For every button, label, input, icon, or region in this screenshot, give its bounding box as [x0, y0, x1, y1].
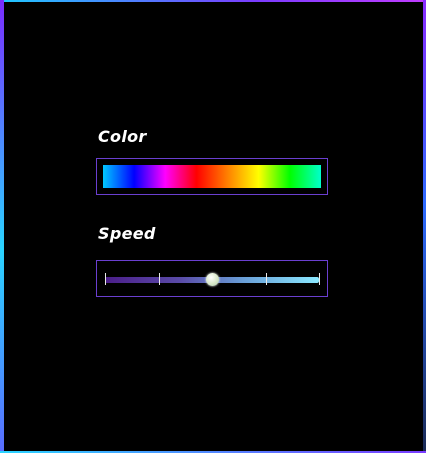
- speed-slider-tick: [158, 273, 160, 285]
- speed-slider-tick: [319, 273, 320, 285]
- rgb-settings-panel: Color Speed: [0, 0, 426, 453]
- speed-slider-thumb[interactable]: [206, 273, 219, 286]
- speed-slider-tick: [105, 273, 106, 285]
- speed-slider-tick: [265, 273, 267, 285]
- panel-border-top: [0, 0, 426, 2]
- color-spectrum-bar[interactable]: [103, 165, 321, 188]
- speed-label: Speed: [98, 224, 156, 243]
- color-picker-box: [96, 158, 328, 195]
- panel-border-left: [0, 0, 4, 453]
- speed-slider-box: [96, 260, 328, 297]
- speed-slider-track[interactable]: [105, 273, 320, 286]
- color-label: Color: [98, 127, 147, 146]
